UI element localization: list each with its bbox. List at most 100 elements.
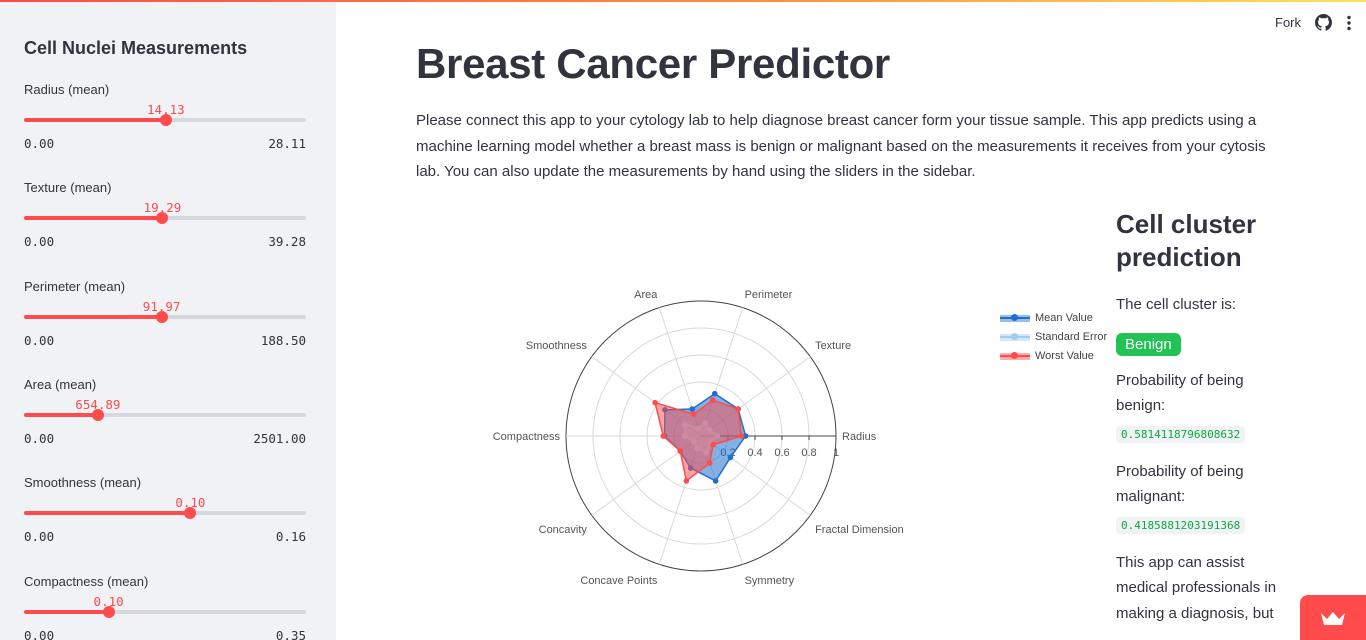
slider-min-value: 0.00 bbox=[24, 332, 55, 348]
radar-radial-tick-label: 1 bbox=[833, 447, 839, 459]
slider-min-value: 0.00 bbox=[24, 234, 55, 250]
slider-2: Perimeter (mean) 91.97 0.00 188.50 bbox=[24, 279, 306, 359]
legend-label: Mean Value bbox=[1035, 311, 1093, 324]
slider-min-value: 0.00 bbox=[24, 529, 55, 545]
slider-fill bbox=[24, 216, 163, 221]
slider-label: Area (mean) bbox=[24, 376, 97, 392]
streamlit-badge-button[interactable] bbox=[1300, 595, 1366, 640]
github-icon[interactable] bbox=[1315, 14, 1332, 31]
radar-data-point bbox=[660, 433, 666, 439]
slider-thumb[interactable] bbox=[184, 507, 197, 520]
header-actions: Fork bbox=[1275, 14, 1352, 31]
slider-max-value: 0.35 bbox=[275, 627, 306, 640]
sidebar: Cell Nuclei Measurements Radius (mean) 14… bbox=[0, 2, 336, 640]
slider-1: Texture (mean) 19.29 0.00 39.28 bbox=[24, 180, 306, 260]
slider-max-value: 2501.00 bbox=[253, 430, 306, 446]
radar-radial-tick-label: 0.8 bbox=[801, 447, 816, 459]
slider-0: Radius (mean) 14.13 0.00 28.11 bbox=[24, 82, 306, 162]
prediction-badge: Benign bbox=[1116, 332, 1181, 356]
radar-data-point bbox=[738, 433, 745, 439]
legend-item[interactable]: Mean Value bbox=[1000, 308, 1107, 327]
slider-track[interactable] bbox=[24, 310, 306, 323]
radar-radial-tick-label: 0.6 bbox=[774, 447, 789, 459]
radar-category-label: Concave Points bbox=[580, 575, 658, 587]
slider-label: Perimeter (mean) bbox=[24, 278, 126, 294]
slider-track[interactable] bbox=[24, 605, 306, 618]
radar-category-label: Compactness bbox=[493, 431, 561, 443]
slider-3: Area (mean) 654.89 0.00 2501.00 bbox=[24, 377, 306, 457]
radar-category-label: Area bbox=[634, 289, 658, 301]
slider-max-value: 0.16 bbox=[275, 529, 306, 545]
slider-thumb[interactable] bbox=[156, 212, 169, 225]
radar-category-label: Fractal Dimension bbox=[815, 524, 904, 536]
slider-track[interactable] bbox=[24, 507, 306, 520]
fork-button[interactable]: Fork bbox=[1275, 15, 1301, 30]
prediction-title: Cell cluster prediction bbox=[1116, 209, 1257, 272]
radar-data-point bbox=[691, 411, 697, 417]
slider-max-value: 188.50 bbox=[260, 332, 306, 348]
radar-category-label: Perimeter bbox=[745, 289, 793, 301]
radar-category-label: Symmetry bbox=[745, 575, 795, 587]
legend-item[interactable]: Worst Value bbox=[1000, 346, 1107, 365]
radar-radial-tick-label: 0.4 bbox=[747, 447, 762, 459]
benign-probability-label: Probability of being benign: bbox=[1116, 371, 1244, 415]
slider-fill bbox=[24, 609, 109, 614]
chart-legend[interactable]: Mean Value Standard Error Worst Value bbox=[1000, 308, 1107, 365]
slider-label: Smoothness (mean) bbox=[24, 475, 142, 491]
slider-min-value: 0.00 bbox=[24, 430, 55, 446]
radar-data-point bbox=[689, 406, 696, 412]
intro-text: Please connect this app to your cytology… bbox=[416, 112, 1266, 180]
slider-fill bbox=[24, 314, 162, 319]
radar-category-label: Concavity bbox=[539, 524, 588, 536]
slider-fill bbox=[24, 412, 98, 417]
slider-label: Texture (mean) bbox=[24, 180, 112, 196]
slider-min-value: 0.00 bbox=[24, 136, 55, 151]
slider-fill bbox=[24, 511, 191, 516]
benign-probability-value: 0.5814118796808632 bbox=[1116, 425, 1246, 443]
slider-thumb[interactable] bbox=[155, 310, 168, 323]
slider-thumb[interactable] bbox=[159, 114, 172, 126]
more-vertical-icon[interactable] bbox=[1346, 15, 1352, 31]
legend-label: Standard Error bbox=[1035, 330, 1108, 343]
legend-swatch bbox=[1000, 331, 1030, 343]
radar-data-point bbox=[683, 478, 690, 484]
radar-data-point bbox=[706, 460, 713, 466]
slider-track[interactable] bbox=[24, 212, 306, 225]
prediction-panel: Cell cluster prediction The cell cluster… bbox=[1116, 208, 1286, 626]
radar-data-point bbox=[712, 478, 719, 484]
radar-category-label: Smoothness bbox=[526, 340, 588, 352]
slider-thumb[interactable] bbox=[91, 408, 104, 421]
slider-max-value: 39.28 bbox=[268, 234, 306, 250]
cluster-label: The cell cluster is: bbox=[1116, 296, 1237, 313]
radar-data-point bbox=[711, 390, 718, 397]
malignant-probability-label: Probability of being malignant: bbox=[1116, 462, 1244, 506]
slider-thumb[interactable] bbox=[102, 605, 115, 618]
slider-max-value: 28.11 bbox=[268, 136, 306, 151]
radar-data-point bbox=[727, 454, 734, 461]
radar-data-point bbox=[652, 399, 658, 406]
page-title: Breast Cancer Predictor bbox=[416, 40, 890, 87]
disclaimer-text: This app can assist medical professional… bbox=[1116, 553, 1277, 622]
slider-5: Compactness (mean) 0.10 0.00 0.35 bbox=[24, 574, 306, 640]
radar-data-point bbox=[709, 397, 716, 403]
sidebar-title: Cell Nuclei Measurements bbox=[24, 38, 248, 58]
slider-label: Compactness (mean) bbox=[24, 573, 149, 589]
radar-category-label: Radius bbox=[842, 431, 877, 443]
malignant-probability-value: 0.4185881203191368 bbox=[1116, 516, 1246, 534]
legend-item[interactable]: Standard Error bbox=[1000, 327, 1107, 346]
legend-label: Worst Value bbox=[1035, 349, 1094, 362]
radar-data-point bbox=[710, 441, 716, 448]
slider-label: Radius (mean) bbox=[24, 82, 110, 97]
legend-swatch bbox=[1000, 350, 1030, 362]
crown-icon bbox=[1321, 611, 1345, 625]
radar-data-point bbox=[735, 406, 741, 412]
legend-swatch bbox=[1000, 312, 1030, 324]
radar-series-area bbox=[654, 399, 743, 483]
slider-4: Smoothness (mean) 0.10 0.00 0.16 bbox=[24, 475, 306, 555]
radar-category-label: Texture bbox=[815, 340, 851, 352]
slider-track[interactable] bbox=[24, 408, 306, 421]
slider-fill bbox=[24, 118, 166, 122]
radar-data-point bbox=[677, 448, 684, 454]
slider-track[interactable] bbox=[24, 114, 306, 126]
slider-min-value: 0.00 bbox=[24, 627, 55, 640]
